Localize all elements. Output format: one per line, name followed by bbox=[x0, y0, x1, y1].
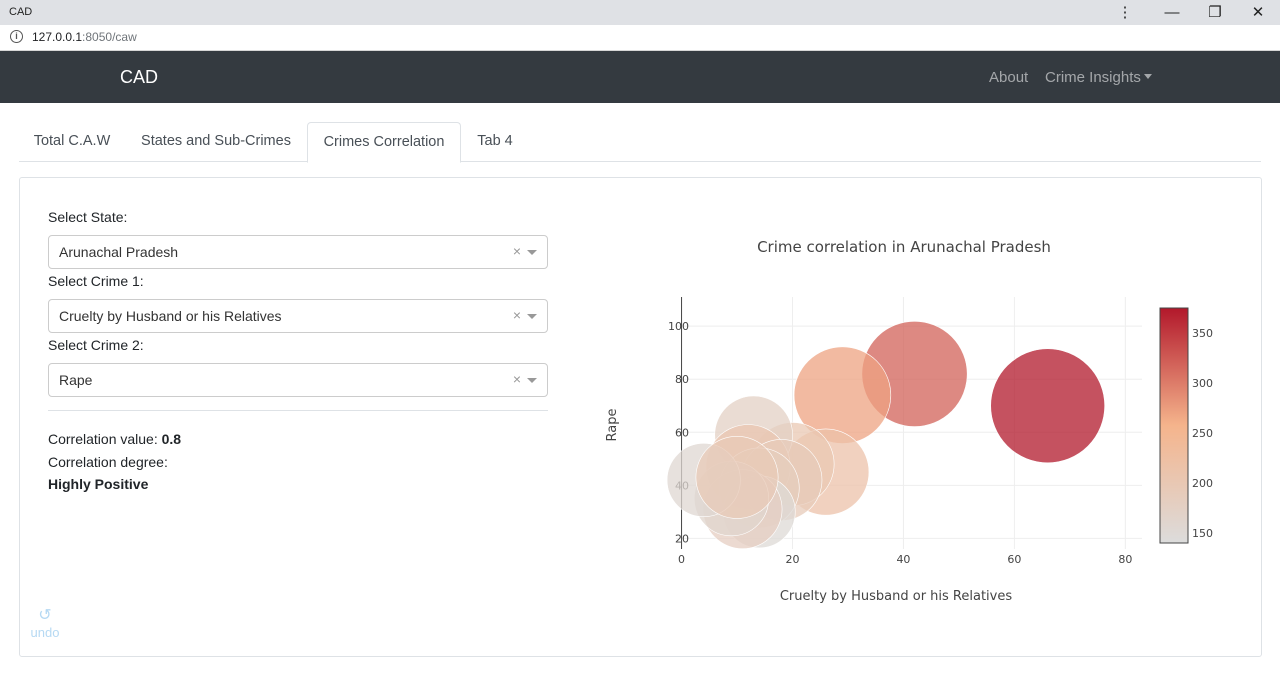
restore-icon[interactable]: ❐ bbox=[1195, 0, 1235, 25]
tab-crimes-correlation[interactable]: Crimes Correlation bbox=[307, 122, 461, 163]
correlation-value: 0.8 bbox=[161, 431, 182, 447]
divider bbox=[48, 410, 548, 411]
correlation-degree-label: Correlation degree: bbox=[48, 454, 168, 470]
colorbar-tick-label: 250 bbox=[1192, 427, 1213, 440]
colorbar-tick-label: 200 bbox=[1192, 477, 1213, 490]
x-tick-label: 40 bbox=[896, 553, 910, 566]
clear-icon[interactable]: × bbox=[513, 243, 521, 259]
nav-crime-insights-dropdown[interactable]: Crime Insights bbox=[1045, 69, 1152, 86]
x-tick-label: 20 bbox=[786, 553, 800, 566]
chevron-down-icon[interactable] bbox=[527, 250, 537, 255]
clear-icon[interactable]: × bbox=[513, 307, 521, 323]
navbar-brand[interactable]: CAD bbox=[120, 67, 158, 88]
state-value: Arunachal Pradesh bbox=[59, 244, 179, 260]
nav-about-link[interactable]: About bbox=[989, 69, 1028, 86]
chevron-down-icon[interactable] bbox=[527, 314, 537, 319]
colorbar-tick-label: 350 bbox=[1192, 327, 1213, 340]
url-text[interactable]: 127.0.0.1:8050/caw bbox=[32, 30, 137, 44]
caret-down-icon bbox=[1143, 74, 1152, 79]
clear-icon[interactable]: × bbox=[513, 371, 521, 387]
tab-states-sub-crimes[interactable]: States and Sub-Crimes bbox=[125, 122, 307, 160]
bubble-point bbox=[695, 435, 779, 519]
colorbar bbox=[1159, 307, 1189, 544]
close-icon[interactable]: ✕ bbox=[1238, 0, 1278, 25]
colorbar-tick-label: 150 bbox=[1192, 527, 1213, 540]
bubble-point bbox=[990, 348, 1105, 464]
state-dropdown[interactable]: Arunachal Pradesh × bbox=[48, 235, 548, 269]
window-title: CAD bbox=[9, 6, 33, 18]
navbar: CAD About Crime Insights bbox=[0, 51, 1280, 103]
crime2-value: Rape bbox=[59, 372, 93, 388]
minimize-icon[interactable]: — bbox=[1152, 0, 1192, 25]
browser-menu-icon[interactable]: ⋮ bbox=[1105, 0, 1145, 25]
x-tick-label: 60 bbox=[1007, 553, 1021, 566]
tab-bar: Total C.A.W States and Sub-Crimes Crimes… bbox=[19, 122, 1261, 163]
y-axis-label: Rape bbox=[605, 409, 620, 442]
crime1-value: Cruelty by Husband or his Relatives bbox=[59, 308, 282, 324]
state-label: Select State: bbox=[48, 209, 128, 225]
crime1-dropdown[interactable]: Cruelty by Husband or his Relatives × bbox=[48, 299, 548, 333]
undo-button[interactable]: ↺ undo bbox=[28, 607, 62, 640]
address-bar[interactable]: i 127.0.0.1:8050/caw bbox=[0, 25, 1280, 51]
tab-4[interactable]: Tab 4 bbox=[460, 122, 530, 160]
x-tick-label: 80 bbox=[1118, 553, 1132, 566]
crime1-label: Select Crime 1: bbox=[48, 273, 144, 289]
tab-total-caw[interactable]: Total C.A.W bbox=[19, 122, 125, 160]
window-titlebar: CAD ⋮ — ❐ ✕ bbox=[0, 0, 1280, 25]
crime2-label: Select Crime 2: bbox=[48, 337, 144, 353]
colorbar-tick-label: 300 bbox=[1192, 377, 1213, 390]
chart-title: Crime correlation in Arunachal Pradesh bbox=[757, 238, 1051, 256]
info-icon[interactable]: i bbox=[10, 30, 23, 43]
correlation-degree-value: Highly Positive bbox=[48, 476, 149, 492]
y-tick-label: 100 bbox=[668, 320, 689, 333]
correlation-value-line: Correlation value: 0.8 bbox=[48, 431, 182, 447]
x-axis-label: Cruelty by Husband or his Relatives bbox=[780, 589, 1013, 604]
undo-icon: ↺ bbox=[38, 607, 52, 624]
x-tick-label: 0 bbox=[678, 553, 685, 566]
correlation-bubble-chart: Crime correlation in Arunachal Pradesh 0 2… bbox=[605, 238, 1213, 604]
chevron-down-icon[interactable] bbox=[527, 378, 537, 383]
crime2-dropdown[interactable]: Rape × bbox=[48, 363, 548, 397]
